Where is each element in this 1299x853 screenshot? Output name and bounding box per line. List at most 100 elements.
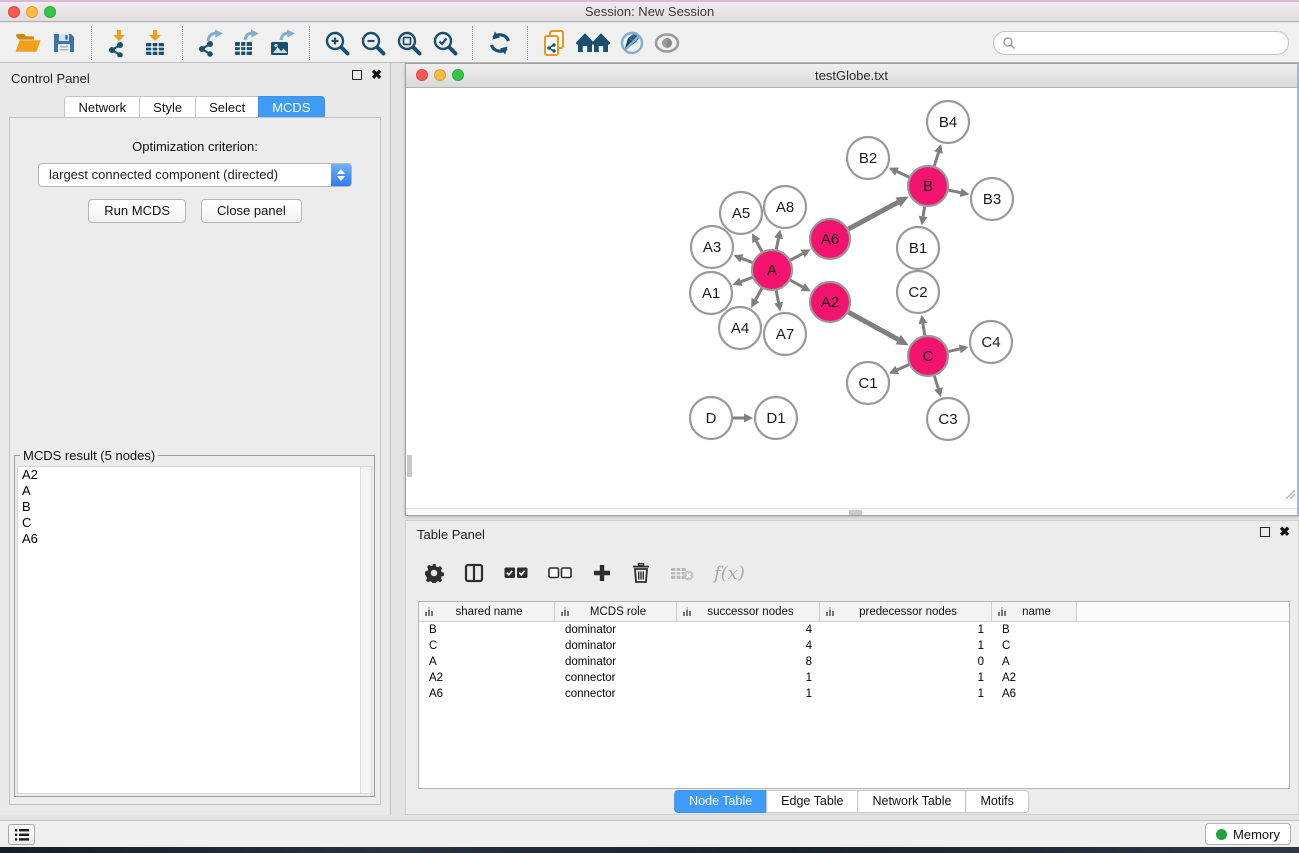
close-panel-button[interactable]: Close panel <box>201 199 302 223</box>
toolbar-separator <box>309 26 310 60</box>
edge-A2-C[interactable] <box>848 312 898 339</box>
edge-A-A8[interactable] <box>776 238 778 249</box>
result-item[interactable]: A2 <box>18 467 371 483</box>
edge-C-C2[interactable] <box>923 324 925 336</box>
edge-arrowhead <box>918 315 927 325</box>
open-session-icon[interactable] <box>12 27 44 59</box>
edge-B-B2[interactable] <box>897 172 909 178</box>
refresh-icon[interactable] <box>484 27 516 59</box>
memory-button[interactable]: Memory <box>1205 823 1291 845</box>
task-history-button[interactable] <box>8 824 35 845</box>
criterion-dropdown[interactable]: largest connected component (directed) <box>38 163 352 187</box>
network-zoom-button[interactable] <box>452 69 464 81</box>
float-table-panel-icon[interactable] <box>1260 527 1270 537</box>
criterion-dropdown-value: largest connected component (directed) <box>49 167 278 182</box>
node-label: C4 <box>981 334 1000 351</box>
edge-B-B3[interactable] <box>949 190 961 192</box>
edge-C-C4[interactable] <box>948 349 959 352</box>
delete-column-icon[interactable] <box>632 563 650 583</box>
result-item[interactable]: A <box>18 483 371 499</box>
node-label: A2 <box>821 294 839 311</box>
select-all-icon[interactable] <box>504 567 528 579</box>
save-session-icon[interactable] <box>48 27 80 59</box>
edge-C-C3[interactable] <box>934 376 938 388</box>
network-window-titlebar[interactable]: testGlobe.txt <box>406 64 1297 88</box>
table-row[interactable]: A6connector11A6 <box>419 686 1289 702</box>
network-horizontal-scrollbar[interactable] <box>406 508 1297 515</box>
edge-A-A5[interactable] <box>756 241 762 251</box>
export-table-icon[interactable] <box>230 27 262 59</box>
toolbar-separator <box>91 26 92 60</box>
tab-node-table[interactable]: Node Table <box>674 790 767 813</box>
result-item[interactable]: A6 <box>18 531 371 547</box>
edge-A-A4[interactable] <box>755 288 761 300</box>
cell-shared-name: C <box>419 640 555 652</box>
zoom-window-button[interactable] <box>44 6 56 18</box>
cell-shared-name: A2 <box>419 672 555 684</box>
toolbar-separator <box>472 26 473 60</box>
tab-motifs[interactable]: Motifs <box>965 790 1028 813</box>
edge-A6-B[interactable] <box>848 202 898 229</box>
network-canvas[interactable]: AA1A2A3A4A5A6A7A8BB1B2B3B4CC1C2C3C4DD1 <box>406 88 1297 508</box>
result-item[interactable]: C <box>18 515 371 531</box>
export-network-icon[interactable] <box>194 27 226 59</box>
import-network-icon[interactable] <box>103 27 135 59</box>
node-label: C1 <box>858 375 877 392</box>
edge-C-C1[interactable] <box>897 365 909 370</box>
home-network-icon[interactable] <box>575 27 611 59</box>
edge-A-A2[interactable] <box>790 280 802 287</box>
add-column-icon[interactable] <box>592 563 612 583</box>
search-field[interactable] <box>993 31 1289 55</box>
column-header-MCDS-role[interactable]: MCDS role <box>555 602 677 621</box>
edge-A-A3[interactable] <box>742 258 753 262</box>
network-vertical-scrollbar[interactable] <box>407 455 412 477</box>
show-graphics-details-icon[interactable] <box>651 27 683 59</box>
node-label: A8 <box>776 199 794 216</box>
edge-A-A7[interactable] <box>776 291 778 303</box>
network-close-button[interactable] <box>416 69 428 81</box>
zoom-selected-icon[interactable] <box>429 27 461 59</box>
float-panel-icon[interactable] <box>352 70 362 80</box>
import-table-icon[interactable] <box>139 27 171 59</box>
result-scrollbar[interactable] <box>360 467 371 793</box>
run-mcds-button[interactable]: Run MCDS <box>88 199 186 223</box>
table-row[interactable]: Bdominator41B <box>419 622 1289 638</box>
hide-annotations-icon[interactable] <box>615 27 647 59</box>
tab-edge-table[interactable]: Edge Table <box>766 790 858 813</box>
result-item[interactable]: B <box>18 499 371 515</box>
zoom-out-icon[interactable] <box>357 27 389 59</box>
cell-name: A2 <box>992 672 1077 684</box>
table-settings-icon[interactable] <box>424 563 444 583</box>
edge-B-B4[interactable] <box>934 153 938 166</box>
node-table[interactable]: shared nameMCDS rolesuccessor nodesprede… <box>418 601 1290 789</box>
deselect-all-icon[interactable] <box>548 567 572 579</box>
tab-network-table[interactable]: Network Table <box>858 790 967 813</box>
edge-arrowhead <box>744 414 753 423</box>
edge-A-A6[interactable] <box>791 254 803 260</box>
memory-status-icon <box>1216 829 1227 840</box>
network-from-document-icon[interactable] <box>539 27 571 59</box>
zoom-in-icon[interactable] <box>321 27 353 59</box>
table-row[interactable]: Adominator80A <box>419 654 1289 670</box>
network-minimize-button[interactable] <box>434 69 446 81</box>
search-input[interactable] <box>1016 33 1288 53</box>
zoom-fit-icon[interactable] <box>393 27 425 59</box>
column-visibility-icon[interactable] <box>464 563 484 583</box>
minimize-window-button[interactable] <box>26 6 38 18</box>
close-panel-icon[interactable]: ✖ <box>371 70 382 80</box>
mcds-panel: Optimization criterion: largest connecte… <box>9 117 381 805</box>
column-header-name[interactable]: name <box>992 602 1077 621</box>
toolbar-separator <box>527 26 528 60</box>
table-row[interactable]: Cdominator41C <box>419 638 1289 654</box>
table-row[interactable]: A2connector11A2 <box>419 670 1289 686</box>
close-window-button[interactable] <box>8 6 20 18</box>
edge-B-B1[interactable] <box>923 207 925 217</box>
resize-grip-icon[interactable] <box>1284 488 1296 500</box>
column-header-successor-nodes[interactable]: successor nodes <box>677 602 820 621</box>
column-header-predecessor-nodes[interactable]: predecessor nodes <box>820 602 992 621</box>
column-header-shared-name[interactable]: shared name <box>419 602 555 621</box>
close-table-panel-icon[interactable]: ✖ <box>1279 527 1290 537</box>
edge-A-A1[interactable] <box>741 277 752 281</box>
export-image-icon[interactable] <box>266 27 298 59</box>
node-label: A1 <box>702 285 720 302</box>
